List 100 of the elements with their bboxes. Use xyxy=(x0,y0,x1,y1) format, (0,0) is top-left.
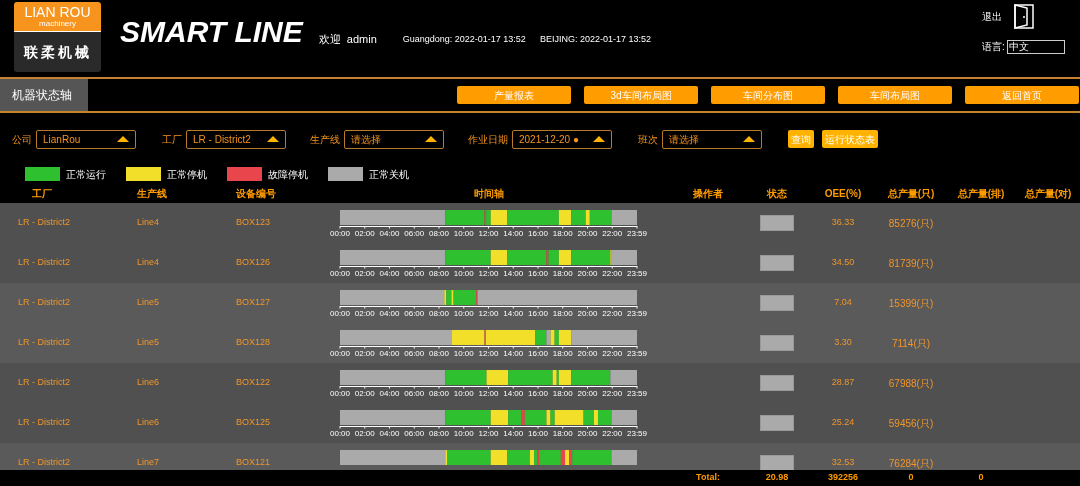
total-value: 392256 xyxy=(827,471,858,485)
logo-subtitle: machinery xyxy=(39,18,76,29)
select-field[interactable]: LianRou xyxy=(36,129,136,149)
tick-label: 06:00 xyxy=(404,349,425,358)
status-indicator xyxy=(760,295,794,311)
table-cell: 36.33 xyxy=(831,216,855,230)
caret-icon xyxy=(593,136,605,142)
table-cell-text: LR - District2 xyxy=(18,256,71,270)
door-icon[interactable] xyxy=(1014,4,1034,29)
tick-label: 08:00 xyxy=(429,269,449,278)
tick-label: 10:00 xyxy=(453,429,474,438)
tick-label: 04:00 xyxy=(379,269,400,278)
tick-label: 02:00 xyxy=(354,269,375,278)
tick-label: 16:00 xyxy=(528,309,548,318)
tick-label: 20:00 xyxy=(577,429,598,438)
table-cell-text: LR - District2 xyxy=(18,416,71,430)
table-cell: 25.24 xyxy=(831,416,855,430)
select-field[interactable]: 2021-12-20 ● xyxy=(512,129,612,149)
tick-label: 14:00 xyxy=(503,269,524,278)
tick-label: 22:00 xyxy=(602,349,623,358)
tick-label: 20:00 xyxy=(577,269,598,278)
tick-label: 22:00 xyxy=(602,269,623,278)
tick-label: 18:00 xyxy=(552,309,573,318)
tick-label: 10:00 xyxy=(453,229,474,238)
tick-label: 02:00 xyxy=(354,429,375,438)
tick-label: 14:00 xyxy=(503,389,524,398)
table-cell-text: BOX123 xyxy=(236,216,272,230)
logo-title: LIAN ROU xyxy=(24,4,91,19)
tick-label: 16:00 xyxy=(528,389,548,398)
column-header: 状态 xyxy=(767,186,787,201)
table-cell-text: 15399(只) xyxy=(888,296,934,311)
tick-label: 06:00 xyxy=(404,429,425,438)
tick-label: 14:00 xyxy=(503,429,524,438)
table-cell-text: Line4 xyxy=(137,216,161,230)
status-indicator xyxy=(760,415,794,431)
total-value: 20.98 xyxy=(765,471,789,485)
table-cell: 28.87 xyxy=(831,376,855,390)
tick-label: 08:00 xyxy=(429,309,449,318)
status-indicator xyxy=(760,455,794,470)
tick-label: 00:00 xyxy=(330,349,350,358)
tick-label: 20:00 xyxy=(577,349,598,358)
table-cell-text: Line6 xyxy=(137,376,161,390)
status-indicator xyxy=(760,255,794,271)
tick-label: 02:00 xyxy=(354,349,375,358)
tick-label: 20:00 xyxy=(577,389,598,398)
table-cell-text: 59456(只) xyxy=(888,416,934,431)
tick-label: 16:00 xyxy=(528,229,548,238)
language-select[interactable]: 中文 xyxy=(1006,39,1065,54)
table-cell-text: BOX126 xyxy=(236,256,272,270)
legend-label: 正常停机 xyxy=(167,167,207,182)
tick-label: 14:00 xyxy=(503,349,524,358)
column-header: 总产量(对) xyxy=(1024,186,1072,201)
tick-label: 22:00 xyxy=(602,429,623,438)
select-field[interactable]: LR - District2 xyxy=(186,129,286,149)
total-value: 0 xyxy=(978,471,984,485)
table-cell-text: 67988(只) xyxy=(888,376,934,391)
table-cell-text: 85276(只) xyxy=(888,216,934,231)
tick-label: 23:59 xyxy=(627,389,647,398)
logo-text: 联柔机械 xyxy=(23,42,92,62)
column-header: OEE(%) xyxy=(824,186,862,201)
table-cell-text: BOX127 xyxy=(236,296,272,310)
tick-label: 06:00 xyxy=(404,309,425,318)
table-cell-text: LR - District2 xyxy=(18,336,71,350)
logout-link[interactable]: 退出 xyxy=(982,9,1002,24)
table-cell-text: BOX122 xyxy=(236,376,272,390)
tick-label: 06:00 xyxy=(404,389,425,398)
tick-label: 12:00 xyxy=(478,229,499,238)
table-cell-text: LR - District2 xyxy=(18,456,71,470)
tick-label: 18:00 xyxy=(552,349,573,358)
tick-label: 18:00 xyxy=(552,429,573,438)
clock-text: BEIJING: 2022-01-17 13:52 xyxy=(539,33,651,46)
column-header: 生产线 xyxy=(137,186,167,201)
legend-label: 正常运行 xyxy=(66,167,106,182)
welcome-text: 欢迎 xyxy=(318,32,341,47)
tick-label: 22:00 xyxy=(602,309,623,318)
table-cell: 3.30 xyxy=(834,336,852,350)
language-label: 语言: xyxy=(982,40,1005,54)
filter-label: 班次 xyxy=(638,132,658,147)
table-cell-text: Line5 xyxy=(137,336,161,350)
select-field[interactable]: 请选择 xyxy=(662,129,762,149)
tick-label: 08:00 xyxy=(429,349,449,358)
column-header: 时间轴 xyxy=(473,186,504,201)
filter-label: 工厂 xyxy=(162,132,182,147)
tick-label: 23:59 xyxy=(627,269,647,278)
tick-label: 04:00 xyxy=(379,349,400,358)
tick-label: 23:59 xyxy=(627,309,647,318)
tick-label: 16:00 xyxy=(528,349,548,358)
total-value: 0 xyxy=(908,471,914,485)
column-header: 操作者 xyxy=(693,186,723,201)
tick-label: 12:00 xyxy=(478,429,499,438)
tick-label: 08:00 xyxy=(429,429,449,438)
tick-label: 23:59 xyxy=(627,229,647,238)
table-cell-text: Line6 xyxy=(137,416,161,430)
status-indicator xyxy=(760,335,794,351)
page-tab[interactable]: 机器状态轴 xyxy=(0,79,88,111)
tick-label: 06:00 xyxy=(404,269,425,278)
caret-icon xyxy=(267,136,279,142)
table-cell-text: 7114(只) xyxy=(891,336,931,351)
select-field[interactable]: 请选择 xyxy=(344,129,444,149)
table-cell: 7.04 xyxy=(834,296,852,310)
